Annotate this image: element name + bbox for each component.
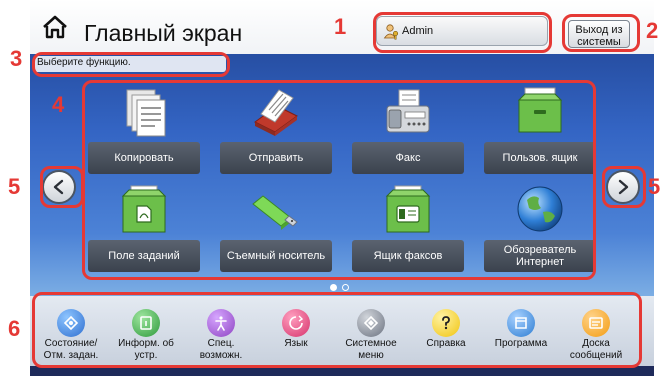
page-indicator — [328, 284, 356, 292]
callout-number-4: 4 — [52, 92, 65, 117]
callout-box-2 — [562, 14, 640, 52]
callout-box-5-left — [40, 166, 84, 208]
callout-number-5-left: 5 — [8, 174, 21, 199]
callout-number-1: 1 — [334, 14, 347, 39]
callout-box-6 — [32, 292, 642, 368]
callout-number-5-right: 5 — [648, 174, 661, 199]
callout-box-5-right — [602, 166, 646, 208]
callout-box-1 — [373, 12, 552, 53]
page-dot — [342, 284, 349, 291]
callout-number-3: 3 — [10, 46, 23, 71]
callout-box-3 — [32, 52, 230, 77]
home-icon[interactable] — [42, 15, 68, 39]
callout-box-4 — [82, 80, 596, 280]
callout-number-6: 6 — [8, 316, 21, 341]
callout-number-2: 2 — [646, 18, 659, 43]
page-dot-current — [330, 284, 337, 291]
page-title: Главный экран — [84, 20, 243, 46]
